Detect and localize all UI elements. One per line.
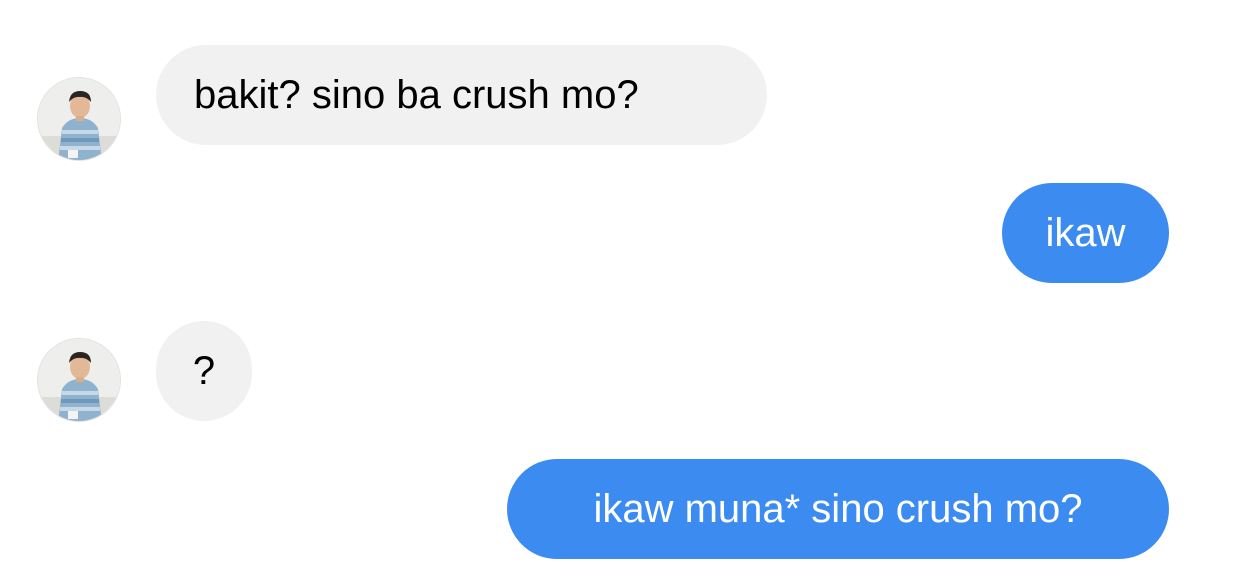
contact-avatar[interactable] bbox=[37, 338, 121, 422]
message-text: ? bbox=[192, 349, 216, 393]
message-row-incoming: ? bbox=[0, 321, 1242, 422]
message-bubble-outgoing[interactable]: ikaw bbox=[1002, 183, 1169, 283]
message-row-incoming: bakit? sino ba crush mo? bbox=[0, 45, 1242, 161]
avatar-photo-icon bbox=[38, 78, 120, 160]
message-text: bakit? sino ba crush mo? bbox=[194, 73, 639, 117]
message-row-outgoing: ikaw muna* sino crush mo? bbox=[0, 459, 1242, 559]
message-text: ikaw bbox=[1045, 211, 1126, 255]
message-row-outgoing: ikaw bbox=[0, 183, 1242, 283]
contact-avatar[interactable] bbox=[37, 77, 121, 161]
message-bubble-outgoing[interactable]: ikaw muna* sino crush mo? bbox=[507, 459, 1169, 559]
avatar-photo-icon bbox=[38, 339, 120, 421]
message-text: ikaw muna* sino crush mo? bbox=[593, 487, 1083, 531]
message-bubble-incoming[interactable]: ? bbox=[156, 321, 252, 421]
message-bubble-incoming[interactable]: bakit? sino ba crush mo? bbox=[156, 45, 767, 145]
